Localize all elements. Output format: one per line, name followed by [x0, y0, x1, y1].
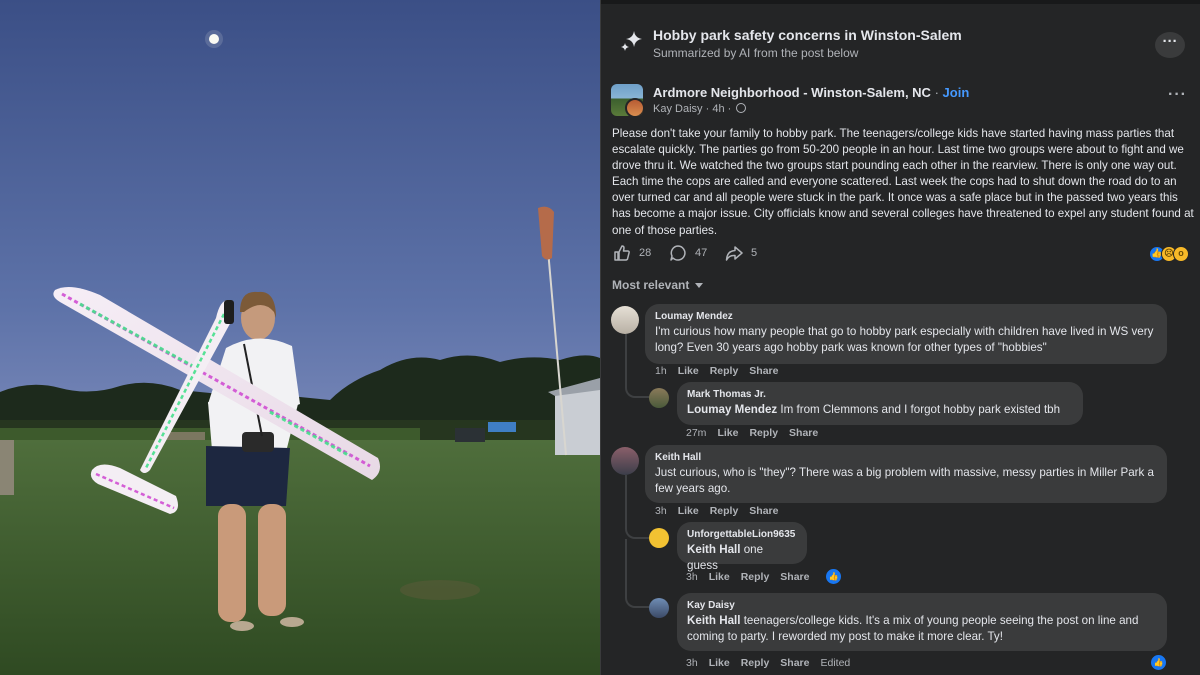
panel-top-edge — [601, 0, 1200, 4]
mention-link[interactable]: Keith Hall — [687, 614, 740, 627]
like-reaction-icon[interactable]: 👍 — [826, 569, 841, 584]
thread-connector — [625, 515, 649, 539]
like-button[interactable]: Like — [678, 505, 699, 517]
share-action[interactable]: 5 — [725, 244, 757, 262]
join-button[interactable]: Join — [943, 85, 970, 100]
commenter-name[interactable]: Mark Thomas Jr. — [687, 388, 1073, 402]
sort-label: Most relevant — [612, 278, 690, 292]
commenter-avatar[interactable] — [611, 447, 639, 475]
reaction-summary[interactable]: 👍 ☹ o — [1149, 246, 1189, 262]
author-line: Kay Daisy · 4h · — [653, 103, 747, 115]
comment-bubble: Keith Hall Just curious, who is "they"? … — [645, 445, 1167, 503]
comment-text: Im from Clemmons and I forgot hobby park… — [777, 403, 1061, 416]
commenter-name[interactable]: Keith Hall — [655, 451, 1157, 465]
thumbs-up-icon — [614, 245, 630, 261]
comment-text-line: Loumay Mendez Im from Clemmons and I for… — [687, 402, 1073, 418]
comment-text: Just curious, who is "they"? There was a… — [655, 466, 1155, 495]
share-arrow-icon — [725, 246, 743, 261]
thread-line — [625, 334, 627, 374]
separator-dot: · — [727, 103, 732, 115]
commenter-name[interactable]: UnforgettableLion9635 — [687, 528, 797, 542]
comment-bubble: Kay Daisy Keith Hall teenagers/college k… — [677, 593, 1167, 651]
comment-actions: 3h Like Reply Share Edited — [686, 657, 850, 669]
thread-connector — [625, 584, 649, 608]
reply-button[interactable]: Reply — [749, 427, 778, 439]
post-more-icon[interactable]: ··· — [1168, 86, 1187, 104]
commenter-avatar[interactable] — [611, 306, 639, 334]
comment-time[interactable]: 3h — [686, 571, 698, 583]
comment-text: I'm curious how many people that go to h… — [655, 325, 1154, 354]
comment-actions: 3h Like Reply Share — [655, 505, 778, 517]
caret-down-icon — [695, 283, 704, 288]
comment-action[interactable]: 47 — [669, 244, 707, 262]
author-avatar[interactable] — [625, 98, 643, 116]
comment-count: 47 — [695, 247, 708, 259]
ai-summary-title: Hobby park safety concerns in Winston-Sa… — [653, 27, 962, 43]
comment-sort-dropdown[interactable]: Most relevant — [612, 278, 704, 292]
reply-button[interactable]: Reply — [741, 657, 770, 669]
comment-text: teenagers/college kids. It's a mix of yo… — [687, 614, 1139, 643]
post-photo[interactable] — [0, 0, 600, 675]
ai-sparkle-icon — [621, 31, 642, 51]
group-name-line: Ardmore Neighborhood - Winston-Salem, NC… — [653, 85, 969, 100]
group-name[interactable]: Ardmore Neighborhood - Winston-Salem, NC — [653, 85, 931, 100]
post-body: Please don't take your family to hobby p… — [612, 127, 1194, 237]
comment-actions: 27m Like Reply Share — [686, 427, 818, 439]
wow-reaction-icon: o — [1173, 246, 1189, 262]
commenter-name[interactable]: Kay Daisy — [687, 599, 1157, 613]
commenter-avatar[interactable] — [649, 388, 669, 408]
comment-bubble: UnforgettableLion9635 Keith Hall one gue… — [677, 522, 807, 572]
share-button[interactable]: Share — [749, 505, 778, 517]
reply-button[interactable]: Reply — [710, 505, 739, 517]
comment-time[interactable]: 3h — [655, 505, 667, 517]
share-count: 5 — [751, 247, 758, 259]
like-action[interactable]: 28 — [613, 244, 651, 262]
comment-text-line: Keith Hall one guess — [687, 542, 797, 574]
mention-link[interactable]: Loumay Mendez — [687, 403, 777, 416]
post-author[interactable]: Kay Daisy — [653, 103, 703, 115]
like-button[interactable]: Like — [709, 571, 730, 583]
globe-icon — [736, 103, 747, 113]
like-button[interactable]: Like — [709, 657, 730, 669]
edited-label: Edited — [820, 657, 851, 669]
ellipsis-icon[interactable]: ··· — [1155, 32, 1185, 58]
comment-bubble: Mark Thomas Jr. Loumay Mendez Im from Cl… — [677, 382, 1083, 425]
reply-button[interactable]: Reply — [710, 365, 739, 377]
mention-link[interactable]: Keith Hall — [687, 543, 740, 556]
ai-summary-subtitle: Summarized by AI from the post below — [653, 46, 859, 60]
thread-line — [625, 539, 627, 584]
share-button[interactable]: Share — [749, 365, 778, 377]
post-actions-row: 28 47 5 👍 ☹ o — [611, 244, 1191, 266]
post-header: Ardmore Neighborhood - Winston-Salem, NC… — [611, 84, 1191, 120]
commenter-avatar[interactable] — [649, 528, 669, 548]
like-count: 28 — [639, 247, 652, 259]
group-avatar[interactable] — [611, 84, 643, 116]
separator-dot: · — [705, 103, 710, 115]
comment-actions: 1h Like Reply Share — [655, 365, 778, 377]
post-time[interactable]: 4h — [712, 103, 724, 115]
like-button[interactable]: Like — [717, 427, 738, 439]
thread-connector — [625, 374, 649, 398]
like-reaction-icon[interactable]: 👍 — [1151, 655, 1166, 670]
commenter-avatar[interactable] — [649, 598, 669, 618]
like-button[interactable]: Like — [678, 365, 699, 377]
share-button[interactable]: Share — [780, 657, 809, 669]
share-button[interactable]: Share — [780, 571, 809, 583]
comment-text-line: Keith Hall teenagers/college kids. It's … — [687, 613, 1157, 645]
comment-time[interactable]: 1h — [655, 365, 667, 377]
reply-button[interactable]: Reply — [741, 571, 770, 583]
comment-time[interactable]: 3h — [686, 657, 698, 669]
facebook-post-panel: Hobby park safety concerns in Winston-Sa… — [600, 0, 1200, 675]
comment-actions: 3h Like Reply Share — [686, 571, 809, 583]
separator-dot: · — [934, 85, 939, 100]
share-button[interactable]: Share — [789, 427, 818, 439]
comment-bubble-icon — [670, 245, 686, 261]
thread-line — [625, 475, 627, 515]
commenter-name[interactable]: Loumay Mendez — [655, 310, 1157, 324]
comment-time[interactable]: 27m — [686, 427, 706, 439]
ai-summary-header: Hobby park safety concerns in Winston-Sa… — [615, 22, 1191, 68]
comment-bubble: Loumay Mendez I'm curious how many peopl… — [645, 304, 1167, 364]
